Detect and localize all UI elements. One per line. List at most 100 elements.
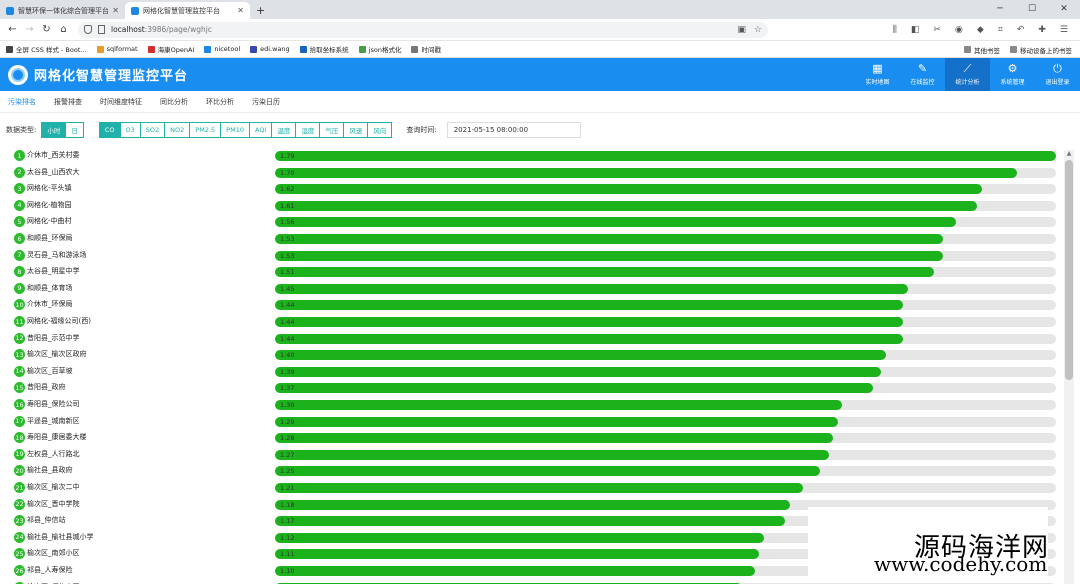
bookmark-item[interactable]: nicetool <box>204 45 240 53</box>
pollutant-button[interactable]: PM2.5 <box>189 122 222 138</box>
tab-close-icon[interactable]: ✕ <box>112 6 119 15</box>
extension-icon[interactable]: ◆ <box>977 25 984 35</box>
back-icon[interactable]: ← <box>4 24 21 35</box>
rank-badge: 26 <box>14 565 25 576</box>
menu-icon[interactable]: ☰ <box>1060 25 1068 35</box>
station-name: 介休市_西关村委 <box>27 151 80 159</box>
bookmark-label: 全屏 CSS 样式 - Boot... <box>16 46 87 54</box>
bookmark-star-icon[interactable]: ☆ <box>754 25 762 35</box>
value-label: 1.30 <box>280 401 295 409</box>
subnav-item-yoy[interactable]: 同比分析 <box>160 97 188 107</box>
ranking-row: 18 寿阳县_康居委大楼 1.28 <box>0 432 1080 444</box>
ranking-row: 5 网格化-中曲村 1.56 <box>0 216 1080 228</box>
scrollbar-thumb[interactable] <box>1065 160 1073 380</box>
station-name: 和顺县_环保局 <box>27 234 73 242</box>
topnav-item-system[interactable]: ⚙ 系统管理 <box>990 58 1035 91</box>
subnav-item-calendar[interactable]: 污染日历 <box>252 97 280 107</box>
value-bar-track: 1.79 <box>275 151 1056 161</box>
pollutant-button[interactable]: SO2 <box>139 122 166 138</box>
time-type-button[interactable]: 小时 <box>41 122 67 138</box>
app-header: 网格化智慧管理监控平台 ▦ 实时地图 ✎ 在线监控 ⟋ 统计分析 ⚙ 系统管理 ⏻ 退出登… <box>0 58 1080 91</box>
ranking-row: 3 网格化-平头镇 1.62 <box>0 183 1080 195</box>
bookmark-item[interactable]: 全屏 CSS 样式 - Boot... <box>6 44 87 54</box>
pollutant-button[interactable]: PM10 <box>220 122 250 138</box>
ranking-row: 21 榆次区_榆次二中 1.21 <box>0 482 1080 494</box>
ranking-row: 7 灵石县_马和游泳场 1.53 <box>0 249 1080 262</box>
library-icon[interactable]: ⫼ <box>893 25 897 35</box>
rank-badge: 21 <box>14 482 25 493</box>
query-time-input[interactable]: 2021-05-15 08:00:00 <box>446 122 581 138</box>
pollutant-button[interactable]: 气压 <box>319 122 345 138</box>
subnav-item-ranking[interactable]: 污染排名 <box>8 97 36 107</box>
value-bar: 1.27 <box>275 449 830 460</box>
subnav-item-alarm[interactable]: 报警排查 <box>54 97 82 107</box>
value-bar: 1.28 <box>275 433 834 444</box>
bookmark-item[interactable]: 海康OpenAI <box>147 44 194 54</box>
pollutant-button[interactable]: O3 <box>119 122 141 138</box>
tab-close-icon[interactable]: ✕ <box>237 6 244 15</box>
time-type-button[interactable]: 日 <box>65 122 84 138</box>
browser-toolbar-icons: ⫼ ◧ ✂ ◉ ◆ ⌗ ↶ ✚ ☰ <box>893 25 1076 35</box>
bookmark-item[interactable]: edi.wang <box>250 45 290 53</box>
pollutant-button[interactable]: 风速 <box>343 122 369 138</box>
browser-tab-1[interactable]: 网格化智慧管理监控平台 ✕ <box>125 2 250 19</box>
home-icon[interactable]: ⌂ <box>55 24 72 35</box>
topnav-label: 实时地图 <box>865 79 890 86</box>
pollutant-button[interactable]: 风向 <box>367 122 393 138</box>
puzzle-icon[interactable]: ✚ <box>1038 25 1046 35</box>
rank-badge: 3 <box>14 183 25 195</box>
close-window-icon[interactable]: ✕ <box>1048 0 1080 19</box>
maximize-icon[interactable]: ☐ <box>1016 0 1048 19</box>
rank-badge: 13 <box>14 349 25 361</box>
forward-icon[interactable]: → <box>21 24 38 35</box>
bookmark-folder[interactable]: 移动设备上的书签 <box>1010 45 1072 55</box>
bookmark-item[interactable]: 拾取坐标系统 <box>299 44 349 54</box>
rank-badge: 1 <box>14 150 25 161</box>
value-bar: 1.51 <box>275 267 934 278</box>
topnav-item-stats[interactable]: ⟋ 统计分析 <box>945 58 990 91</box>
station-name: 榆社县_县政府 <box>27 466 73 475</box>
value-label: 1.44 <box>280 318 295 326</box>
crop-icon[interactable]: ⌗ <box>998 25 1003 35</box>
bookmark-item[interactable]: json格式化 <box>358 44 401 54</box>
url-host: localhost <box>111 25 145 34</box>
topnav-item-logout[interactable]: ⏻ 退出登录 <box>1035 58 1080 91</box>
scroll-up-icon[interactable]: ▲ <box>1065 150 1073 158</box>
undo-icon[interactable]: ↶ <box>1017 25 1025 35</box>
station-name: 寿阳县_康居委大楼 <box>27 433 87 442</box>
sidebar-icon[interactable]: ◧ <box>911 25 920 35</box>
value-label: 1.44 <box>280 301 295 310</box>
logo-icon <box>8 64 28 85</box>
value-label: 1.37 <box>280 384 295 393</box>
pollutant-button[interactable]: CO <box>98 122 121 138</box>
value-bar: 1.30 <box>275 400 843 410</box>
account-icon[interactable]: ◉ <box>955 25 963 35</box>
pollutant-button[interactable]: 湿度 <box>295 122 321 138</box>
url-field[interactable]: localhost:3986/page/wghjc ▣ ☆ <box>78 21 768 38</box>
value-bar: 1.40 <box>275 350 886 361</box>
subnav-item-mom[interactable]: 环比分析 <box>206 97 234 107</box>
screenshot-icon[interactable]: ✂ <box>933 25 941 35</box>
subnav-item-time[interactable]: 时间维度特征 <box>100 97 142 107</box>
qr-icon[interactable]: ▣ <box>737 25 746 35</box>
ranking-row: 20 榆社县_县政府 1.25 <box>0 465 1080 477</box>
ranking-row: 17 平遥县_城南新区 1.29 <box>0 415 1080 428</box>
browser-tab-0[interactable]: 智慧环保一体化综合管理平台 ✕ <box>0 2 125 19</box>
ranking-row: 2 太谷县_山西农大 1.70 <box>0 166 1080 179</box>
map-icon: ▦ <box>872 62 883 75</box>
shield-icon <box>84 25 92 34</box>
bookmark-folder[interactable]: 其他书签 <box>964 45 1000 55</box>
pollutant-button[interactable]: 温度 <box>271 122 297 138</box>
bookmark-item[interactable]: 时间戳 <box>411 44 441 54</box>
new-tab-button[interactable]: + <box>250 2 271 19</box>
pollutant-button[interactable]: NO2 <box>164 122 191 138</box>
minimize-icon[interactable]: ─ <box>984 0 1016 19</box>
bookmark-item[interactable]: sqlformat <box>96 45 138 53</box>
list-scrollbar[interactable]: ▲ <box>1064 150 1074 584</box>
topnav-item-map[interactable]: ▦ 实时地图 <box>855 58 900 91</box>
pollutant-button[interactable]: AQI <box>248 122 273 138</box>
value-bar-track: 1.37 <box>275 383 1056 394</box>
value-label: 1.25 <box>280 467 295 476</box>
reload-icon[interactable]: ↻ <box>38 24 55 35</box>
topnav-item-monitor[interactable]: ✎ 在线监控 <box>900 58 945 91</box>
